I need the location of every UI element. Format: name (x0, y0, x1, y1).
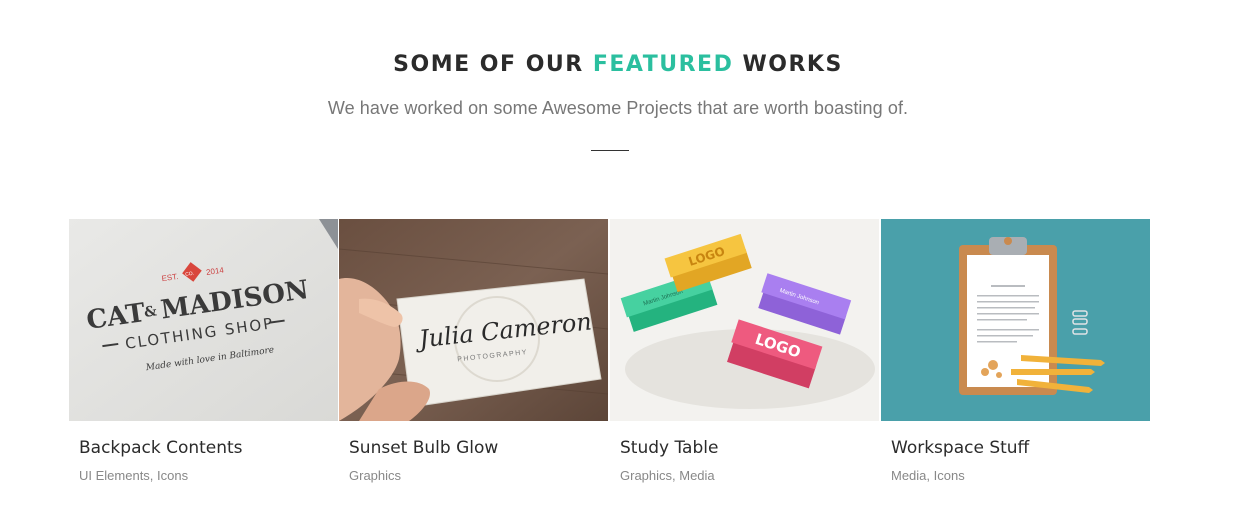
project-title[interactable]: Sunset Bulb Glow (349, 438, 498, 458)
section-title: SOME OF OUR FEATURED WORKS (0, 52, 1236, 77)
project-thumbnail[interactable]: EST. CO. 2014 CAT & MADISON CLOTHING SHO… (69, 219, 338, 421)
logo-badge: CO. (185, 271, 195, 278)
portfolio-card[interactable]: EST. CO. 2014 CAT & MADISON CLOTHING SHO… (69, 219, 338, 489)
logo-amp: & (143, 303, 158, 321)
portfolio-card[interactable]: Workspace Stuff Media, Icons (881, 219, 1150, 489)
title-suffix: WORKS (733, 52, 843, 77)
title-divider (591, 150, 629, 151)
title-accent: FEATURED (592, 52, 734, 77)
portfolio-card[interactable]: Martin Johnson LOGO Martin Johnson LOGO … (610, 219, 879, 489)
project-thumbnail[interactable]: Martin Johnson LOGO Martin Johnson LOGO (610, 219, 879, 421)
project-categories[interactable]: Graphics, Media (620, 468, 715, 483)
section-subtitle: We have worked on some Awesome Projects … (327, 98, 909, 118)
project-title[interactable]: Workspace Stuff (891, 438, 1029, 458)
project-title[interactable]: Backpack Contents (79, 438, 243, 458)
portfolio-card[interactable]: Julia Cameron PHOTOGRAPHY Sunset Bulb Gl… (339, 219, 608, 489)
project-categories[interactable]: UI Elements, Icons (79, 468, 188, 483)
portfolio-grid: EST. CO. 2014 CAT & MADISON CLOTHING SHO… (69, 219, 1151, 489)
project-categories[interactable]: Graphics (349, 468, 401, 483)
project-thumbnail[interactable]: Julia Cameron PHOTOGRAPHY (339, 219, 608, 421)
project-categories[interactable]: Media, Icons (891, 468, 965, 483)
project-title[interactable]: Study Table (620, 438, 718, 458)
title-prefix: SOME OF OUR (393, 52, 593, 77)
project-thumbnail[interactable] (881, 219, 1150, 421)
